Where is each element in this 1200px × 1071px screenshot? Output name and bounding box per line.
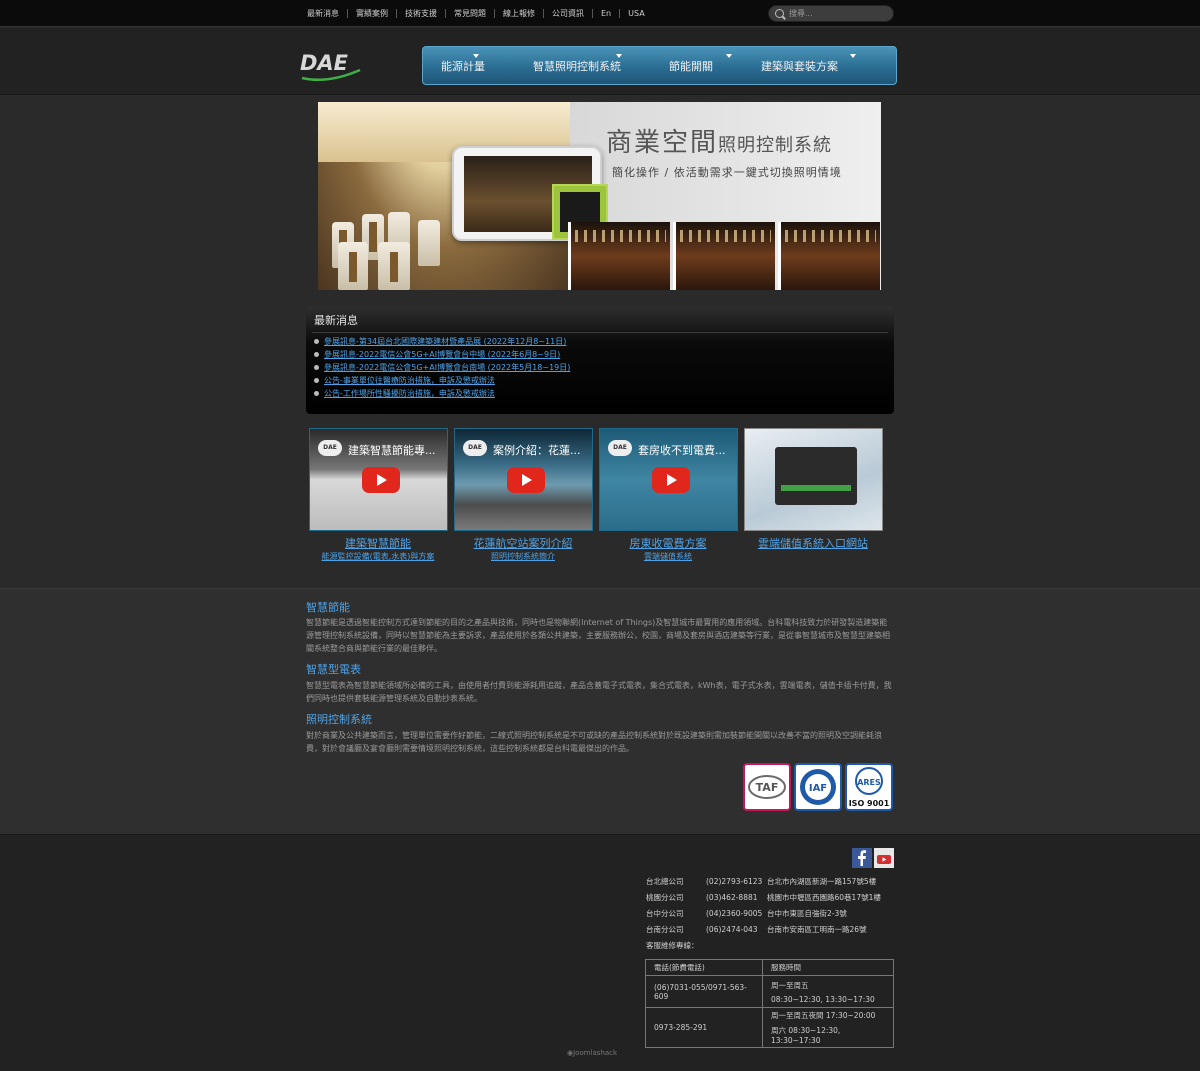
video-caption-link[interactable]: 建築智慧節能 xyxy=(303,535,453,551)
iso-9001-badge: ARES ISO 9001 xyxy=(845,763,893,811)
service-phone: (06)7031-055/0971-563-609 xyxy=(644,975,764,1008)
news-heading: 最新消息 xyxy=(314,314,358,327)
video-hualien-airport[interactable]: DAE 案例介紹：花蓮... xyxy=(454,428,593,531)
branch-row: 台南分公司 (06)2474-043 台南市安南區工明南一路26號 xyxy=(646,925,867,934)
facebook-icon[interactable] xyxy=(852,848,872,868)
channel-logo: DAE xyxy=(608,440,632,456)
channel-logo: DAE xyxy=(318,440,342,456)
video-subcaption-link[interactable]: 能源監控設備(電表,水表)與方案 xyxy=(303,551,453,562)
nav-label: 智慧照明控制系統 xyxy=(533,59,621,73)
news-item[interactable]: 公告-工作場所性騷擾防治措施，申訴及懲戒辦法 xyxy=(314,387,570,400)
about-heading: 智慧型電表 xyxy=(306,663,361,676)
topnav-usa[interactable]: USA xyxy=(620,9,653,18)
nav-lighting-control[interactable]: 智慧照明控制系統 xyxy=(533,46,622,85)
header: DAE 能源計量 智慧照明控制系統 節能開關 建築與套裝方案 xyxy=(0,28,1200,95)
video-title: 案例介紹：花蓮... xyxy=(493,444,581,457)
service-hours: 周一至周五 08:30~12:30, 13:30~17:30 xyxy=(762,975,894,1008)
chevron-down-icon xyxy=(726,54,732,58)
nav-building-solutions[interactable]: 建築與套裝方案 xyxy=(761,46,856,85)
video-caption-link[interactable]: 房東收電費方案 xyxy=(593,535,743,551)
branch-row: 台中分公司 (04)2360-9005 台中市東區自強街2-3號 xyxy=(646,909,847,918)
svg-text:ISO 9001: ISO 9001 xyxy=(849,799,890,808)
video-subcaption-link[interactable]: 雲端儲值系統 xyxy=(593,551,743,562)
credit-link[interactable]: ◉Joomlashack xyxy=(567,1049,617,1057)
banner-subtitle: 簡化操作 / 依活動需求一鍵式切換照明情境 xyxy=(612,166,842,179)
topnav-news[interactable]: 最新消息 xyxy=(299,9,348,18)
cloud-portal-image[interactable] xyxy=(744,428,883,531)
video-landlord-billing[interactable]: DAE 套房收不到電費... xyxy=(599,428,738,531)
about-heading: 智慧節能 xyxy=(306,601,350,614)
news-item[interactable]: 公告-事業單位往醫療防治措施，申訴及懲戒辦法 xyxy=(314,374,570,387)
service-header-hours: 服務時間 xyxy=(762,959,894,976)
nav-label: 能源計量 xyxy=(441,59,485,73)
video-caption-link[interactable]: 花蓮航空站案列介紹 xyxy=(448,535,598,551)
svg-text:IAF: IAF xyxy=(809,783,827,794)
play-icon[interactable] xyxy=(362,467,400,493)
topnav-company[interactable]: 公司資訊 xyxy=(544,9,593,18)
svg-text:TAF: TAF xyxy=(756,781,779,794)
service-hotline-label: 客服維修專線： xyxy=(646,941,699,950)
news-list: 參展訊息-第34屆台北國際建築建材暨產品展 (2022年12月8~11日) 參展… xyxy=(314,335,570,400)
chevron-down-icon xyxy=(616,54,622,58)
search-box xyxy=(768,5,894,22)
search-icon[interactable] xyxy=(775,9,784,18)
search-input[interactable] xyxy=(789,7,889,20)
cloud-portal-link[interactable]: 雲端儲值系統入口網站 xyxy=(738,535,888,551)
logo-text: DAE xyxy=(300,51,349,75)
about-text: 智慧型電表為智慧節能領域所必備的工具，由使用者付費到能源耗用追蹤，產品含蓋電子式… xyxy=(306,681,892,703)
iaf-badge: IAF xyxy=(794,763,842,811)
video-title: 套房收不到電費... xyxy=(638,444,726,457)
news-item[interactable]: 參展訊息-第34屆台北國際建築建材暨產品展 (2022年12月8~11日) xyxy=(314,335,570,348)
hall-thumbnail xyxy=(673,222,775,290)
nav-label: 節能開關 xyxy=(669,59,713,73)
branch-row: 台北總公司 (02)2793-6123 台北市內湖區新湖一路157號5樓 xyxy=(646,877,877,886)
chevron-down-icon xyxy=(473,54,479,58)
hall-thumbnail xyxy=(778,222,880,290)
topnav-en[interactable]: En xyxy=(593,9,621,18)
branch-row: 桃園分公司 (03)462-8881 桃園市中壢區西園路60巷17號1樓 xyxy=(646,893,881,902)
news-panel: 最新消息 參展訊息-第34屆台北國際建築建材暨產品展 (2022年12月8~11… xyxy=(306,306,894,414)
hero-banner[interactable]: 商業空間照明控制系統 簡化操作 / 依活動需求一鍵式切換照明情境 xyxy=(318,102,881,290)
topnav-support[interactable]: 技術支援 xyxy=(397,9,446,18)
dae-logo[interactable]: DAE xyxy=(298,48,362,84)
service-phone: 0973-285-291 xyxy=(644,1007,764,1048)
about-text: 對於商業及公共建築而言，管理單位需要作好節能，二線式照明控制系統是不可或缺的產品… xyxy=(306,731,882,753)
top-nav: 最新消息 實績案例 技術支援 常見問題 線上報修 公司資訊 En USA xyxy=(299,0,653,27)
about-text: 智慧節能是透過智能控制方式達到節能的目的之產品與技術，同時也是物聯網(Inter… xyxy=(306,618,890,653)
topnav-faq[interactable]: 常見問題 xyxy=(446,9,495,18)
main-nav: 能源計量 智慧照明控制系統 節能開關 建築與套裝方案 xyxy=(422,46,897,85)
news-item[interactable]: 參展訊息-2022電信公會5G+AI博覽會台中場 (2022年6月8~9日) xyxy=(314,348,570,361)
service-header-phone: 電話(節費電話) xyxy=(644,959,764,976)
hall-thumbnail xyxy=(568,222,670,290)
video-subcaption-link[interactable]: 照明控制系統簡介 xyxy=(448,551,598,562)
youtube-icon[interactable] xyxy=(874,848,894,868)
nav-label: 建築與套裝方案 xyxy=(761,59,838,73)
top-bar: 最新消息 實績案例 技術支援 常見問題 線上報修 公司資訊 En USA xyxy=(0,0,1200,27)
chevron-down-icon xyxy=(850,54,856,58)
play-icon[interactable] xyxy=(652,467,690,493)
banner-title: 商業空間照明控制系統 xyxy=(606,128,833,158)
login-window xyxy=(775,447,857,505)
topnav-repair[interactable]: 線上報修 xyxy=(495,9,544,18)
service-table: 電話(節費電話) 服務時間 (06)7031-055/0971-563-609 … xyxy=(644,959,894,1048)
service-hours: 周一至周五夜間 17:30~20:00 周六 08:30~12:30, 13:30… xyxy=(762,1007,894,1048)
video-title: 建築智慧節能專... xyxy=(348,444,436,457)
nav-energy-metering[interactable]: 能源計量 xyxy=(441,46,485,85)
news-item[interactable]: 參展訊息-2022電信公會5G+AI博覽會台南場 (2022年5月18~19日) xyxy=(314,361,570,374)
nav-energy-switch[interactable]: 節能開關 xyxy=(669,46,732,85)
footer xyxy=(0,834,1200,1071)
video-building-energy[interactable]: DAE 建築智慧節能專... xyxy=(309,428,448,531)
play-icon[interactable] xyxy=(507,467,545,493)
about-heading: 照明控制系統 xyxy=(306,713,372,726)
channel-logo: DAE xyxy=(463,440,487,456)
taf-badge: TAF xyxy=(743,763,791,811)
svg-text:ARES: ARES xyxy=(857,778,881,787)
topnav-cases[interactable]: 實績案例 xyxy=(348,9,397,18)
